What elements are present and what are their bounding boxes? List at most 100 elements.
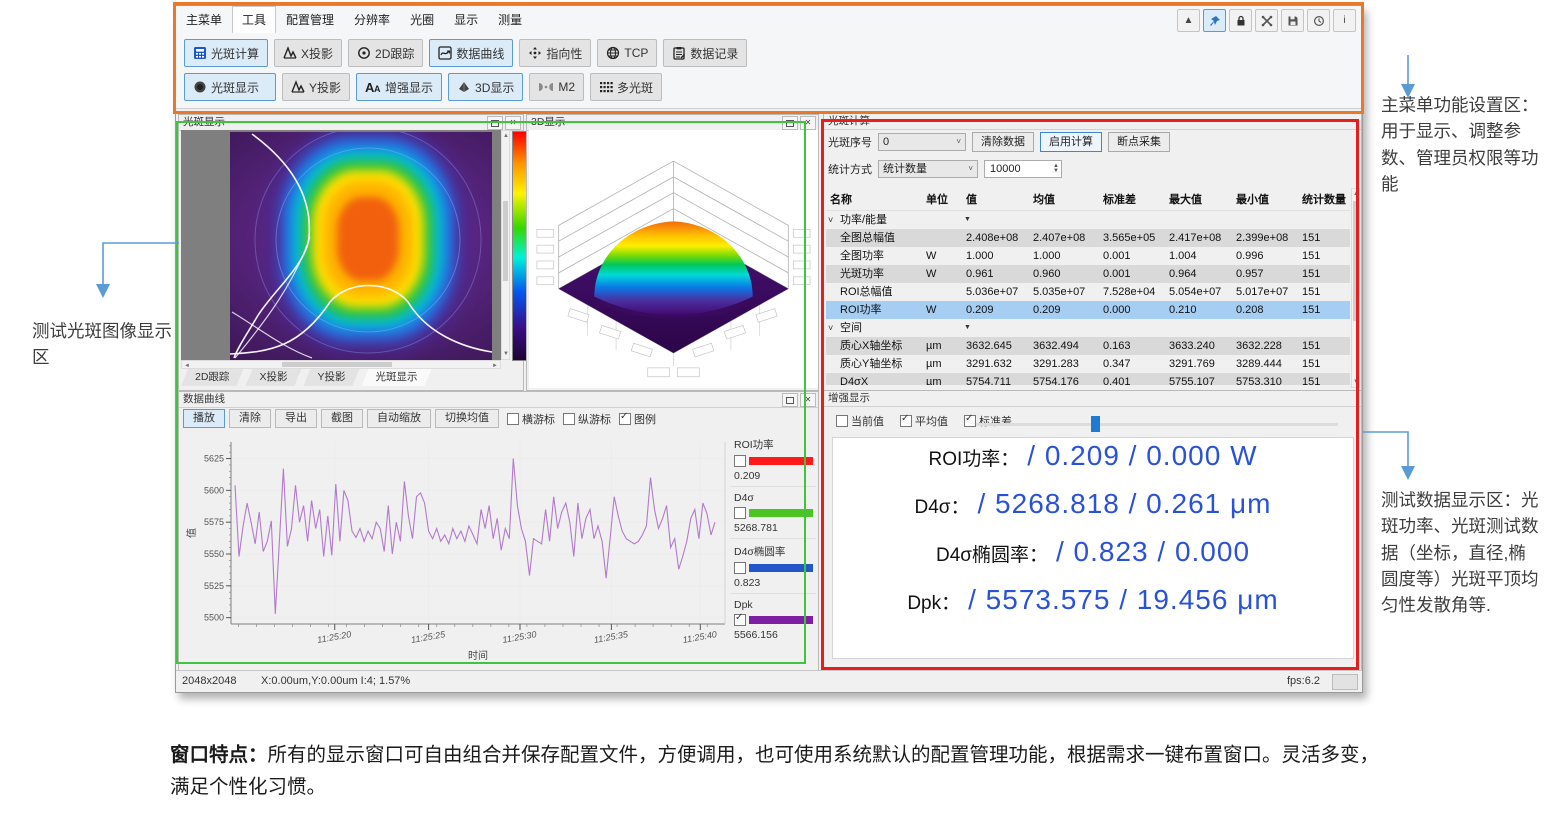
menu-tab-measure[interactable]: 测量 (488, 6, 532, 32)
save-icon[interactable] (1281, 9, 1304, 32)
export-button[interactable]: 导出 (275, 409, 317, 428)
legend-checkbox[interactable] (734, 455, 746, 467)
lock-icon[interactable] (1229, 9, 1252, 32)
multi-spot-button[interactable]: 多光斑 (590, 73, 662, 101)
collapse-ribbon-icon[interactable]: ▲ (1177, 9, 1200, 32)
svg-text:5500: 5500 (204, 613, 224, 623)
table-row[interactable]: 质心X轴坐标µm3632.6453632.4940.1633633.240363… (826, 337, 1350, 355)
h-cursor-checkbox[interactable]: 横游标 (507, 411, 555, 427)
slider-handle[interactable] (1091, 416, 1100, 432)
snapshot-button[interactable]: 截图 (321, 409, 363, 428)
legend-color-bar (749, 457, 813, 465)
table-row[interactable]: ROI总幅值5.036e+075.035e+077.528e+045.054e+… (826, 283, 1350, 301)
filter-dropdown-icon[interactable]: ▼ (964, 319, 971, 337)
history-icon[interactable] (1307, 9, 1330, 32)
trend-line-chart[interactable]: 55005525555055755600562511:25:2011:25:25… (185, 434, 733, 669)
clear-data-button[interactable]: 清除数据 (972, 132, 1034, 152)
m2-button[interactable]: M2 (529, 73, 584, 101)
enhance-panel-title: 增强显示 (828, 392, 870, 404)
mean-value-checkbox[interactable]: 平均值 (900, 413, 948, 429)
restore-icon[interactable] (487, 116, 503, 130)
close-icon[interactable]: ✕ (800, 116, 816, 130)
tcp-button[interactable]: TCP (597, 39, 657, 67)
restore-icon[interactable] (782, 393, 798, 407)
menu-bar: 主菜单 工具 配置管理 分辨率 光圈 显示 测量 ▲ (176, 6, 1362, 35)
table-row[interactable]: 全图功率W1.0001.0000.0011.0040.996151 (826, 247, 1350, 265)
tab-x-projection[interactable]: X投影 (245, 369, 301, 386)
display3d-button[interactable]: 3D显示 (448, 73, 523, 101)
annotation-right-top-text: 主菜单功能设置区：用于显示、调整参数、管理员权限等功能 (1381, 92, 1541, 197)
enhance-display-panel: 增强显示 当前值 平均值 标准差 ROI功率：/ 0.209 / 0.000 W… (823, 390, 1362, 672)
beam-display-button[interactable]: 光斑显示 (184, 73, 276, 101)
play-button[interactable]: 播放 (183, 409, 225, 428)
legend-checkbox[interactable]: 图例 (619, 411, 656, 427)
legend-checkbox[interactable] (734, 507, 746, 519)
resize-grip[interactable] (1332, 674, 1358, 690)
beam-spot-image[interactable] (230, 132, 492, 360)
menu-tab-config[interactable]: 配置管理 (276, 6, 344, 32)
clear-button[interactable]: 清除 (229, 409, 271, 428)
breakpoint-capture-button[interactable]: 断点采集 (1108, 132, 1170, 152)
button-label: Y投影 (309, 79, 341, 96)
tab-y-projection[interactable]: Y投影 (303, 369, 359, 386)
y-projection-icon (291, 80, 305, 94)
current-value-checkbox[interactable]: 当前值 (836, 413, 884, 429)
menu-tab-tools[interactable]: 工具 (232, 6, 276, 33)
tab-2d-track[interactable]: 2D跟踪 (181, 369, 243, 386)
table-row-selected[interactable]: ROI功率W0.2090.2090.0000.2100.208151 (826, 301, 1350, 319)
group-row-power[interactable]: ˅功率/能量▼ (826, 211, 1350, 229)
legend-color-bar (749, 616, 813, 624)
surface-3d-plot[interactable] (529, 130, 818, 388)
beam-horizontal-scrollbar[interactable]: ◄► (181, 360, 501, 369)
table-row[interactable]: 全图总幅值2.408e+082.407e+083.565e+052.417e+0… (826, 229, 1350, 247)
caption-text: 窗口特点：所有的显示窗口可自由组合并保存配置文件，方便调用，也可使用系统默认的配… (170, 740, 1385, 803)
menu-tab-main[interactable]: 主菜单 (176, 6, 232, 32)
filter-dropdown-icon[interactable]: ▼ (964, 211, 971, 229)
x-projection-button[interactable]: X投影 (274, 39, 342, 67)
pin-icon[interactable] (1203, 9, 1226, 32)
table-vertical-scrollbar[interactable]: ▲▼ (1351, 188, 1360, 388)
table-row[interactable]: 光斑功率W0.9610.9600.0010.9640.957151 (826, 265, 1350, 283)
toggle-mean-button[interactable]: 切换均值 (435, 409, 499, 428)
autoscale-button[interactable]: 自动缩放 (367, 409, 431, 428)
fps-status: fps:6.2 (1287, 675, 1320, 687)
tab-beam-display[interactable]: 光斑显示 (361, 369, 431, 386)
close-icon[interactable]: ✕ (800, 393, 816, 407)
track2d-button[interactable]: 2D跟踪 (348, 39, 423, 67)
v-cursor-checkbox[interactable]: 纵游标 (563, 411, 611, 427)
menu-icon-strip: ▲ i (1177, 9, 1356, 32)
enable-calc-button[interactable]: 启用计算 (1040, 132, 1102, 152)
data-record-button[interactable]: 数据记录 (663, 39, 747, 67)
svg-text:5575: 5575 (204, 517, 224, 527)
pointing-button[interactable]: 指向性 (519, 39, 591, 67)
stddev-checkbox[interactable]: 标准差 (964, 413, 1012, 429)
enhance-readout-box: ROI功率：/ 0.209 / 0.000 W D4σ：/ 5268.818 /… (832, 437, 1354, 659)
group-row-spatial[interactable]: ˅空间▼ (826, 319, 1350, 337)
button-label: 数据记录 (690, 45, 738, 62)
table-row[interactable]: 质心Y轴坐标µm3291.6323291.2830.3473291.769328… (826, 355, 1350, 373)
menu-tab-aperture[interactable]: 光圈 (400, 6, 444, 32)
y-projection-button[interactable]: Y投影 (282, 73, 350, 101)
dot-grid-icon (599, 80, 613, 94)
menu-tab-display[interactable]: 显示 (444, 6, 488, 32)
info-icon[interactable]: i (1333, 9, 1356, 32)
spot-index-select[interactable]: 0˅ (878, 133, 966, 151)
beam-vertical-scrollbar[interactable]: ▲▼ (501, 130, 510, 360)
data-curve-button[interactable]: 数据曲线 (429, 39, 513, 67)
resolution-status: 2048x2048 (182, 675, 236, 687)
close-icon[interactable]: ✕ (505, 116, 521, 130)
svg-text:值: 值 (185, 528, 198, 538)
restore-icon[interactable] (782, 116, 798, 130)
stat-count-spinner[interactable]: 10000▲▼ (984, 160, 1062, 178)
legend-checkbox[interactable] (734, 562, 746, 574)
stat-mode-select[interactable]: 统计数量˅ (878, 160, 978, 178)
layout-cut-icon[interactable] (1255, 9, 1278, 32)
svg-text:11:25:25: 11:25:25 (410, 629, 447, 645)
font-size-slider[interactable] (976, 423, 1338, 426)
menu-tab-resolution[interactable]: 分辨率 (344, 6, 400, 32)
enhance-display-button[interactable]: AA 增强显示 (356, 73, 442, 101)
table-row[interactable]: D4σXµm5754.7115754.1760.4015755.1075753.… (826, 373, 1350, 385)
legend-checkbox[interactable] (734, 614, 746, 626)
beam-calc-button[interactable]: 光斑计算 (184, 39, 268, 67)
caption-bold: 窗口特点： (170, 744, 268, 766)
